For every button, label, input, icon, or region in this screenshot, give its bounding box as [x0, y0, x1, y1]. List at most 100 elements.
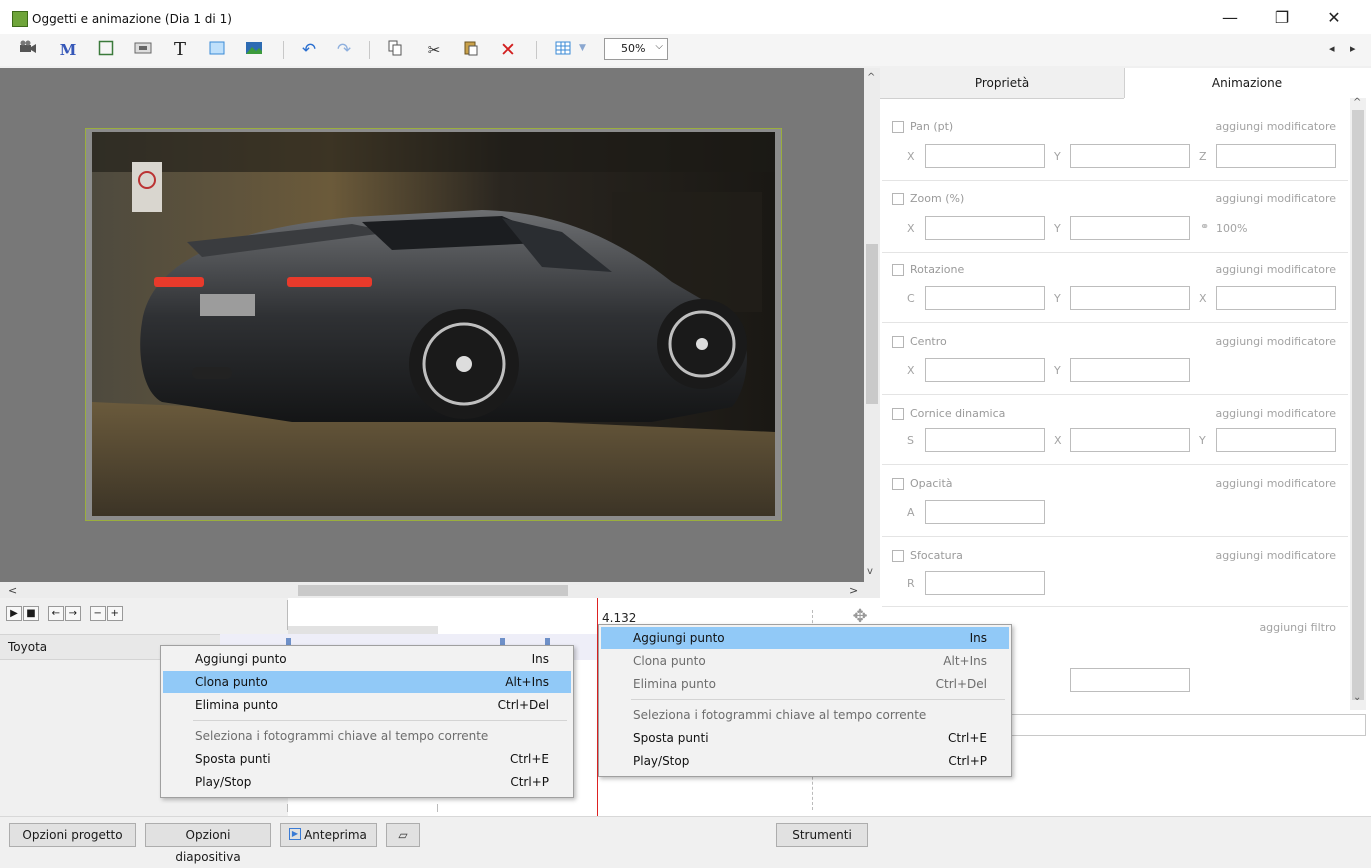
opacity-a-input[interactable]	[925, 500, 1045, 524]
stop-icon[interactable]: ■	[23, 606, 39, 621]
opacity-checkbox[interactable]	[892, 478, 904, 490]
minimize-button[interactable]: —	[1210, 6, 1250, 30]
maximize-button[interactable]: ❐	[1262, 6, 1302, 30]
dynamic-frame-y-input[interactable]	[1216, 428, 1336, 452]
timeline-tick	[437, 804, 438, 812]
panel-scroll-up-icon[interactable]: ^	[1353, 97, 1361, 108]
tools-button[interactable]: Strumenti	[776, 823, 868, 847]
scroll-down-icon[interactable]: v	[867, 566, 873, 577]
toolbar-separator	[369, 41, 370, 59]
group-divider	[882, 252, 1348, 253]
filter-input[interactable]	[1070, 668, 1190, 692]
close-button[interactable]: ✕	[1314, 6, 1354, 30]
zoom-link-value: 100%	[1216, 222, 1248, 235]
pan-add-modifier-link[interactable]: aggiungi modificatore	[1176, 120, 1336, 133]
tab-properties[interactable]: Proprietà	[880, 68, 1124, 99]
text-icon[interactable]: T	[168, 39, 192, 61]
group-divider	[882, 464, 1348, 465]
group-divider	[882, 322, 1348, 323]
pan-z-input[interactable]	[1216, 144, 1336, 168]
pan-z-label: Z	[1199, 150, 1207, 163]
mask-icon[interactable]: M	[56, 39, 80, 61]
panel-scroll-down-icon[interactable]: ⌄	[1353, 692, 1361, 703]
center-checkbox[interactable]	[892, 336, 904, 348]
tab-animation[interactable]: Animazione	[1124, 68, 1369, 98]
toolbar-prev-icon[interactable]: ◂	[1329, 42, 1335, 55]
paste-icon[interactable]	[459, 39, 483, 61]
preview-button[interactable]: ▶ Anteprima	[280, 823, 377, 847]
copy-icon[interactable]	[383, 39, 407, 61]
dynamic-frame-checkbox[interactable]	[892, 408, 904, 420]
scroll-up-icon[interactable]: ^	[867, 72, 875, 83]
menu-item-clone-point[interactable]: Clona punto Alt+Ins	[163, 671, 571, 693]
panel-bottom-field[interactable]	[1010, 714, 1366, 736]
rotation-add-modifier-link[interactable]: aggiungi modificatore	[1176, 263, 1336, 276]
image-icon[interactable]	[242, 39, 266, 61]
blur-label: Sfocatura	[910, 549, 963, 562]
pan-y-input[interactable]	[1070, 144, 1190, 168]
menu-item-add-point[interactable]: Aggiungi punto Ins	[601, 627, 1009, 649]
pan-x-input[interactable]	[925, 144, 1045, 168]
redo-icon[interactable]: ↷	[332, 39, 356, 61]
link-icon[interactable]: ⚭	[1200, 220, 1209, 233]
cut-icon[interactable]: ✂	[422, 39, 446, 61]
opacity-add-modifier-link[interactable]: aggiungi modificatore	[1176, 477, 1336, 490]
rotation-c-input[interactable]	[925, 286, 1045, 310]
button-icon[interactable]	[131, 39, 155, 61]
next-keyframe-icon[interactable]: →	[64, 606, 81, 621]
timeline-tick	[287, 804, 288, 812]
pan-checkbox[interactable]	[892, 121, 904, 133]
blur-add-modifier-link[interactable]: aggiungi modificatore	[1176, 549, 1336, 562]
timeline-range-bar[interactable]	[288, 626, 438, 634]
menu-item-move-points[interactable]: Sposta punti Ctrl+E	[163, 748, 571, 770]
dynamic-frame-s-input[interactable]	[925, 428, 1045, 452]
menu-item-delete-point[interactable]: Elimina punto Ctrl+Del	[163, 694, 571, 716]
zoom-select[interactable]: 50% ⌵	[604, 38, 668, 60]
zoom-y-input[interactable]	[1070, 216, 1190, 240]
play-icon[interactable]: ▶	[6, 606, 22, 621]
scroll-left-icon[interactable]: <	[8, 584, 17, 597]
timeline-buttons: ▶ ■ ← → − +	[6, 606, 124, 621]
rotation-y-input[interactable]	[1070, 286, 1190, 310]
panel-scroll-thumb[interactable]	[1352, 110, 1364, 700]
zoom-checkbox[interactable]	[892, 193, 904, 205]
opacity-a-label: A	[907, 506, 915, 519]
rectangle-icon[interactable]	[205, 39, 229, 61]
canvas-horizontal-scroll-thumb[interactable]	[298, 585, 568, 596]
menu-item-play-stop[interactable]: Play/Stop Ctrl+P	[163, 771, 571, 793]
slide-options-button[interactable]: Opzioni diapositiva	[145, 823, 271, 864]
rotation-x-input[interactable]	[1216, 286, 1336, 310]
prev-keyframe-icon[interactable]: ←	[47, 606, 64, 621]
camera-icon[interactable]	[16, 39, 40, 61]
grid-dropdown-arrow-icon[interactable]: ▼	[579, 43, 586, 53]
center-y-input[interactable]	[1070, 358, 1190, 382]
dynamic-frame-x-input[interactable]	[1070, 428, 1190, 452]
menu-item-move-points[interactable]: Sposta punti Ctrl+E	[601, 727, 1009, 749]
delete-icon[interactable]: ✕	[496, 39, 520, 61]
context-menu-left: Aggiungi punto Ins Clona punto Alt+Ins Eli…	[160, 645, 574, 798]
dynamic-frame-add-modifier-link[interactable]: aggiungi modificatore	[1176, 407, 1336, 420]
center-add-modifier-link[interactable]: aggiungi modificatore	[1176, 335, 1336, 348]
rotation-checkbox[interactable]	[892, 264, 904, 276]
slide-frame-button[interactable]: ▱	[386, 823, 420, 847]
car-image[interactable]	[92, 132, 775, 516]
menu-item-add-point[interactable]: Aggiungi punto Ins	[163, 648, 571, 670]
center-x-input[interactable]	[925, 358, 1045, 382]
menu-separator	[193, 720, 567, 721]
toolbar-next-icon[interactable]: ▸	[1350, 42, 1356, 55]
blur-r-input[interactable]	[925, 571, 1045, 595]
grid-icon[interactable]	[551, 39, 575, 61]
frame-icon[interactable]	[94, 39, 118, 61]
add-filter-link[interactable]: aggiungi filtro	[1176, 621, 1336, 634]
canvas-vertical-scroll-thumb[interactable]	[866, 244, 878, 404]
zoom-x-input[interactable]	[925, 216, 1045, 240]
add-keyframe-icon[interactable]: +	[106, 606, 123, 621]
project-options-button[interactable]: Opzioni progetto	[9, 823, 136, 847]
menu-item-play-stop[interactable]: Play/Stop Ctrl+P	[601, 750, 1009, 772]
scroll-right-icon[interactable]: >	[849, 584, 858, 597]
zoom-add-modifier-link[interactable]: aggiungi modificatore	[1176, 192, 1336, 205]
pan-y-label: Y	[1054, 150, 1061, 163]
blur-checkbox[interactable]	[892, 550, 904, 562]
undo-icon[interactable]: ↶	[297, 39, 321, 61]
remove-keyframe-icon[interactable]: −	[89, 606, 106, 621]
